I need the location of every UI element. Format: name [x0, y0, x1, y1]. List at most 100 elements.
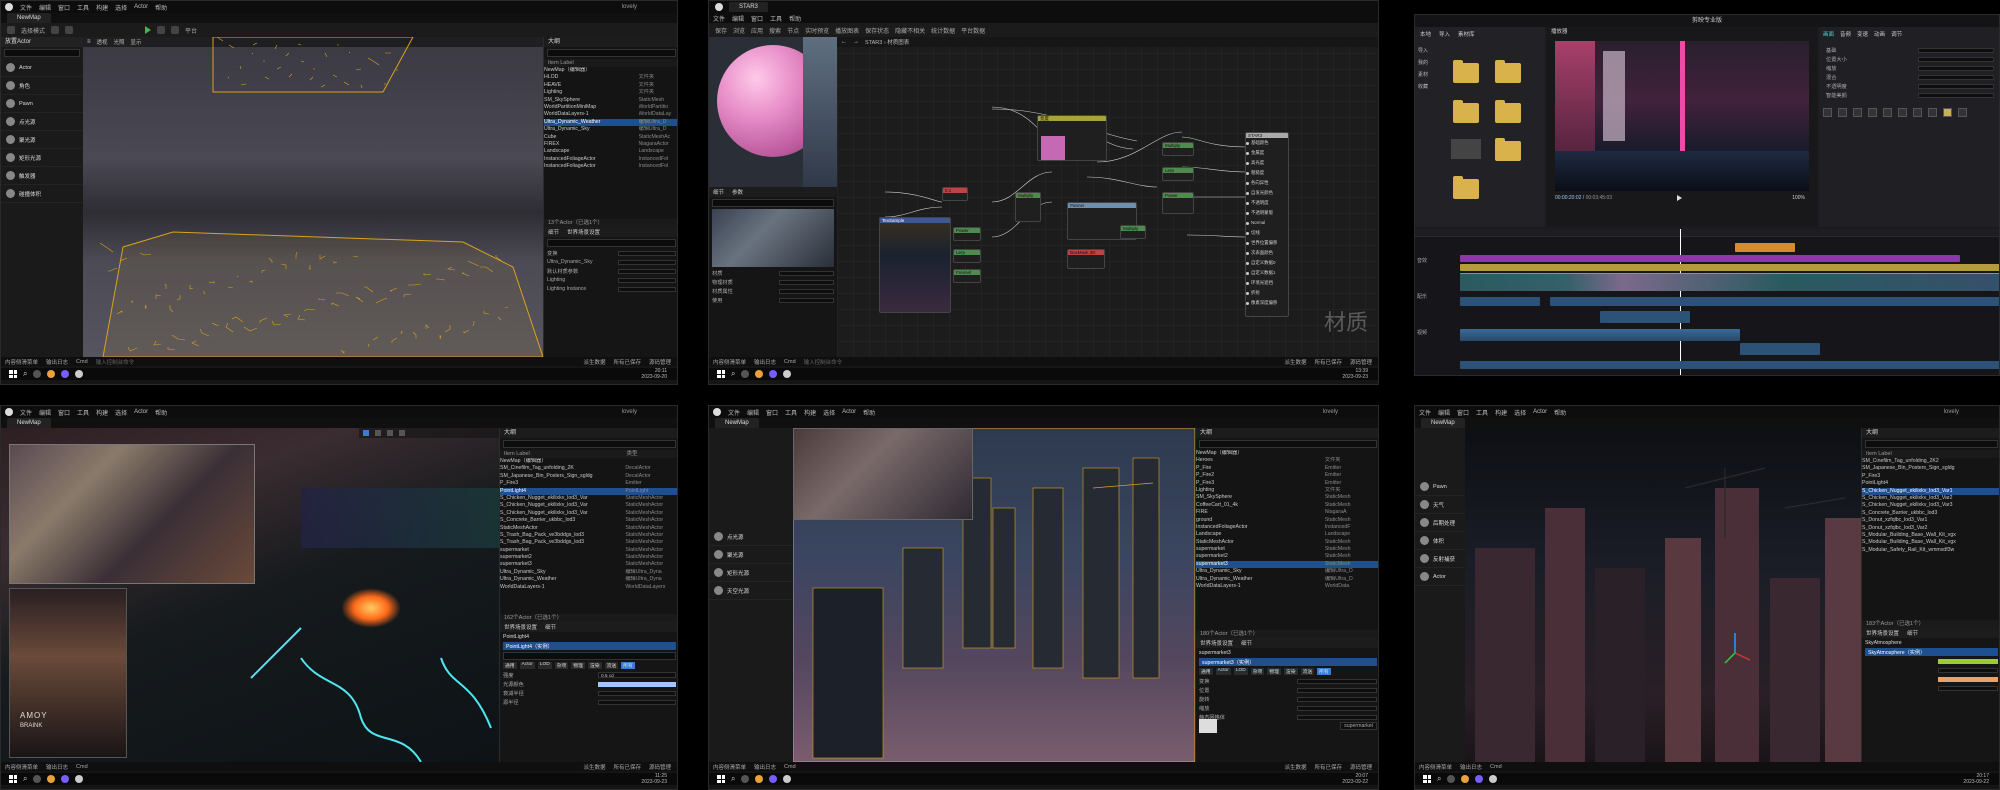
property-row-value[interactable]: [1296, 696, 1377, 702]
place-actor-item[interactable]: 聚光源: [709, 546, 793, 564]
output-pin[interactable]: 像素深度偏移: [1246, 298, 1288, 308]
inspector-tab[interactable]: 变速: [1857, 30, 1868, 38]
rotate-icon[interactable]: [387, 430, 393, 436]
outliner-row[interactable]: S_Chicken_Nugget_ekilixkv_lod3_Var Static…: [500, 495, 677, 502]
unreal-taskbar-icon[interactable]: [783, 370, 792, 378]
output-log-button[interactable]: 输出日志: [754, 763, 776, 771]
menu-select[interactable]: 选择: [1514, 408, 1526, 417]
menu-window[interactable]: 窗口: [766, 408, 778, 417]
outliner-search-input[interactable]: [1865, 440, 1998, 448]
inspector-tab[interactable]: 画面: [1823, 30, 1834, 38]
media-side-item[interactable]: 收藏: [1415, 81, 1445, 93]
menu-window[interactable]: 窗口: [1457, 408, 1469, 417]
search-icon[interactable]: ⌕: [731, 369, 735, 379]
menu-assets[interactable]: 窗口: [751, 14, 763, 23]
move-icon[interactable]: [375, 430, 381, 436]
outliner-row[interactable]: Ultra_Dynamic_Weather 编辑Ultra_D: [544, 118, 677, 127]
outliner-row[interactable]: Lighting 文件夹: [544, 89, 677, 96]
outliner-row[interactable]: S_Chicken_Nugget_ekilixkv_lod3_Var2: [1862, 495, 1999, 502]
outliner-row[interactable]: S_Donut_xzfqlbc_lod3_Var1: [1862, 517, 1999, 524]
details-row[interactable]: 默认材质参数: [547, 267, 676, 275]
outliner-row[interactable]: Cube StaticMeshAc: [544, 134, 677, 141]
timeline-ruler[interactable]: [1415, 229, 1999, 237]
place-actor-item[interactable]: Actor: [1, 59, 83, 77]
property-row[interactable]: [1865, 657, 1998, 665]
tab-newmap[interactable]: NewMap: [715, 418, 759, 428]
derived-data-button[interactable]: 派生数据: [1284, 763, 1306, 771]
green-node-3[interactable]: Power: [1162, 192, 1194, 214]
menu-help[interactable]: 帮助: [863, 408, 875, 417]
details-row[interactable]: 使用: [712, 296, 834, 304]
output-pin[interactable]: 基础颜色: [1246, 138, 1288, 148]
outliner-row[interactable]: S_Donut_xzfqlbc_lod3_Var2: [1862, 525, 1999, 532]
inspector-row[interactable]: 缩放: [1826, 64, 1994, 72]
content-icon[interactable]: [51, 26, 60, 34]
inspector-row-value[interactable]: [1918, 65, 1994, 71]
stop-icon[interactable]: [171, 26, 180, 34]
place-actor-item[interactable]: 碰撞体积: [1, 185, 83, 203]
unreal-taskbar-icon[interactable]: [75, 370, 84, 378]
outliner-row[interactable]: S_Chicken_Nugget_ekilixkv_lod3_Var Static…: [500, 502, 677, 509]
menu-actor[interactable]: Actor: [842, 409, 856, 415]
outliner-row[interactable]: S_Concrete_Barrier_ukbbc_lod3: [1862, 510, 1999, 517]
folder-icon[interactable]: [1453, 60, 1479, 83]
inspector-row-value[interactable]: [1918, 92, 1994, 98]
category-tab[interactable]: 物理: [1267, 668, 1281, 675]
unreal-taskbar-icon[interactable]: [1489, 775, 1498, 783]
search-icon[interactable]: ⌕: [23, 774, 27, 784]
material-output-node[interactable]: STAR3 基础颜色 金属度 高光度 粗糙度 各向异性 自发光颜色 不透明度 不透明蒙版 Nor…: [1245, 132, 1289, 317]
content-drawer-button[interactable]: 内容侧滑菜单: [1419, 763, 1452, 771]
property-row-value[interactable]: [1296, 678, 1377, 684]
selected-component[interactable]: PointLight4（实例）: [503, 642, 676, 650]
outliner-row[interactable]: NewMap（编辑器）: [500, 458, 677, 465]
menu-window[interactable]: 窗口: [58, 408, 70, 417]
outliner-row[interactable]: S_Chicken_Nugget_ekilixkv_lod3_Var3: [1862, 502, 1999, 509]
chrome-icon[interactable]: [1461, 775, 1470, 783]
details-row[interactable]: 材质: [712, 269, 834, 277]
viewport[interactable]: [793, 428, 1195, 762]
menu-tools[interactable]: 工具: [1476, 408, 1488, 417]
timeline[interactable]: 音效 配乐 视频: [1415, 229, 1999, 375]
folder-icon[interactable]: [1495, 60, 1521, 83]
details-row[interactable]: 变换: [547, 249, 676, 257]
video-preview[interactable]: [1555, 41, 1809, 191]
output-pin[interactable]: 环境光遮挡: [1246, 278, 1288, 288]
chrome-icon[interactable]: [755, 775, 764, 783]
toolbar-button[interactable]: 实时预览: [805, 26, 829, 35]
outliner-column-header[interactable]: Item Label: [544, 59, 677, 67]
color-bar-orange[interactable]: [1938, 676, 1998, 682]
content-drawer-button[interactable]: 内容侧滑菜单: [713, 763, 746, 771]
tab-details[interactable]: 细节: [548, 228, 559, 236]
toolbar-button[interactable]: 播放图表: [835, 26, 859, 35]
green-node-1[interactable]: Multiply: [1162, 142, 1194, 156]
select-icon[interactable]: [363, 430, 369, 436]
selected-component[interactable]: SkyAtmosphere（实例）: [1865, 648, 1998, 656]
menu-file[interactable]: 文件: [713, 14, 725, 23]
output-log-button[interactable]: 输出日志: [46, 763, 68, 771]
property-row-value[interactable]: [1296, 714, 1377, 720]
details-row-value[interactable]: [617, 250, 676, 256]
outliner-row[interactable]: InstancedFoliageActor InstancedF: [1196, 524, 1378, 531]
toolbar-button[interactable]: 隐藏不相关: [895, 26, 925, 35]
media-side-item[interactable]: 我的: [1415, 57, 1445, 69]
inspector-row-value[interactable]: [1918, 56, 1994, 62]
place-actor-item[interactable]: 后期处理: [1415, 514, 1465, 532]
platform-button[interactable]: 平台: [185, 26, 197, 35]
toolbar-button[interactable]: 平台数据: [961, 26, 985, 35]
place-actor-item[interactable]: 反射捕获: [1415, 550, 1465, 568]
texture-sample-node[interactable]: TexSample: [879, 217, 951, 313]
save-icon[interactable]: [7, 26, 15, 34]
param-node[interactable]: 亮度: [1037, 115, 1107, 161]
inspector-row[interactable]: 智能美颜: [1826, 91, 1994, 99]
task-view-icon[interactable]: [741, 370, 750, 378]
toolbar-button[interactable]: 保存状态: [865, 26, 889, 35]
outliner-column-header[interactable]: Item Label: [1862, 450, 1999, 458]
sfx-track[interactable]: [1460, 361, 1999, 369]
color-bar-green[interactable]: [1938, 658, 1998, 664]
property-row-value[interactable]: [1296, 687, 1377, 693]
property-value[interactable]: [598, 699, 676, 705]
lerp-node[interactable]: Lerp: [953, 249, 981, 263]
menu-file[interactable]: 文件: [20, 408, 32, 417]
menu-help[interactable]: 帮助: [789, 14, 801, 23]
outliner-row[interactable]: Ultra_Dynamic_Sky 编辑Ultra_D: [1196, 568, 1378, 575]
